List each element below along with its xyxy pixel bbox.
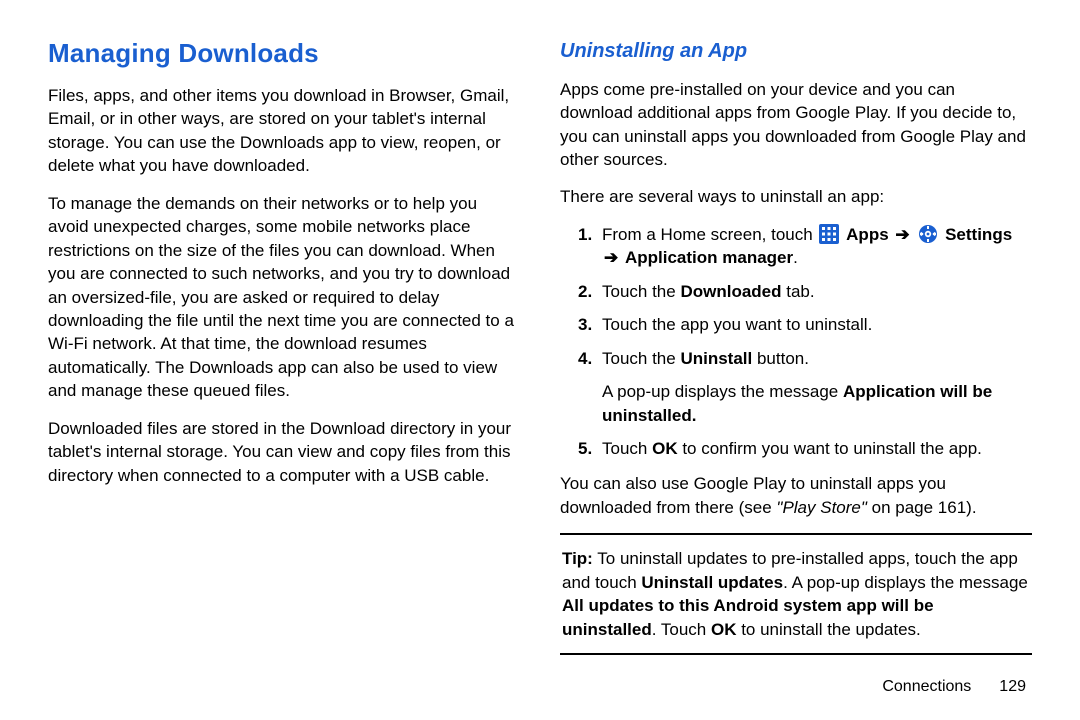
app-manager-label: Application manager	[625, 248, 793, 267]
settings-gear-icon	[918, 224, 938, 244]
step-number: 5.	[578, 437, 602, 460]
tip-prefix: Tip:	[562, 549, 593, 568]
tip-box: Tip: To uninstall updates to pre-install…	[560, 533, 1032, 655]
cross-reference: "Play Store"	[776, 498, 867, 517]
left-column: Managing Downloads Files, apps, and othe…	[48, 36, 520, 662]
body-paragraph: Apps come pre-installed on your device a…	[560, 78, 1032, 172]
step-text: button.	[752, 349, 809, 368]
step-text: A pop-up displays the message	[602, 382, 843, 401]
step-text: Touch	[602, 439, 652, 458]
body-paragraph: Downloaded files are stored in the Downl…	[48, 417, 520, 487]
body-paragraph: To manage the demands on their networks …	[48, 192, 520, 403]
step-body: From a Home screen, touch	[602, 223, 1032, 270]
step-body: Touch the Uninstall button.	[602, 347, 1032, 370]
section-heading: Managing Downloads	[48, 36, 520, 72]
body-paragraph: There are several ways to uninstall an a…	[560, 185, 1032, 208]
two-column-layout: Managing Downloads Files, apps, and othe…	[48, 36, 1032, 662]
tip-text: to uninstall the updates.	[736, 620, 920, 639]
step-number: 3.	[578, 313, 602, 336]
tip-text: . A pop-up displays the message	[783, 573, 1028, 592]
arrow-icon: ➔	[602, 248, 625, 267]
body-paragraph: You can also use Google Play to uninstal…	[560, 472, 1032, 519]
uninstall-button-label: Uninstall	[680, 349, 752, 368]
tip-text: . Touch	[652, 620, 711, 639]
subsection-heading: Uninstalling an App	[560, 38, 1032, 66]
footer-section-label: Connections	[882, 678, 971, 695]
page-number: 129	[999, 678, 1026, 695]
page-footer: Connections 129	[48, 662, 1032, 696]
apps-grid-icon	[819, 224, 839, 244]
step-number: 2.	[578, 280, 602, 303]
ordered-steps: 1. From a Home screen, touch	[560, 223, 1032, 461]
step-text: tab.	[782, 282, 815, 301]
uninstall-updates-label: Uninstall updates	[641, 573, 783, 592]
apps-label: Apps	[846, 225, 889, 244]
downloaded-tab-label: Downloaded	[680, 282, 781, 301]
right-column: Uninstalling an App Apps come pre-instal…	[560, 36, 1032, 662]
step-text: From a Home screen, touch	[602, 225, 817, 244]
step-body: Touch the app you want to uninstall.	[602, 313, 1032, 336]
settings-label: Settings	[945, 225, 1012, 244]
ok-label: OK	[652, 439, 678, 458]
arrow-icon: ➔	[893, 225, 916, 244]
step-item: 4. Touch the Uninstall button.	[560, 347, 1032, 370]
step-number: 4.	[578, 347, 602, 370]
step-item: 5. Touch OK to confirm you want to unins…	[560, 437, 1032, 460]
step-text: Touch the	[602, 349, 680, 368]
step-note: A pop-up displays the message Applicatio…	[560, 380, 1032, 427]
step-text: .	[793, 248, 798, 267]
step-text: to confirm you want to uninstall the app…	[678, 439, 982, 458]
step-item: 3. Touch the app you want to uninstall.	[560, 313, 1032, 336]
step-body: Touch the Downloaded tab.	[602, 280, 1032, 303]
manual-page: Managing Downloads Files, apps, and othe…	[0, 0, 1080, 720]
step-text: Touch the	[602, 282, 680, 301]
step-item: 1. From a Home screen, touch	[560, 223, 1032, 270]
step-number: 1.	[578, 223, 602, 270]
step-item: 2. Touch the Downloaded tab.	[560, 280, 1032, 303]
ok-label: OK	[711, 620, 737, 639]
text: on page 161).	[867, 498, 977, 517]
step-body: Touch OK to confirm you want to uninstal…	[602, 437, 1032, 460]
body-paragraph: Files, apps, and other items you downloa…	[48, 84, 520, 178]
